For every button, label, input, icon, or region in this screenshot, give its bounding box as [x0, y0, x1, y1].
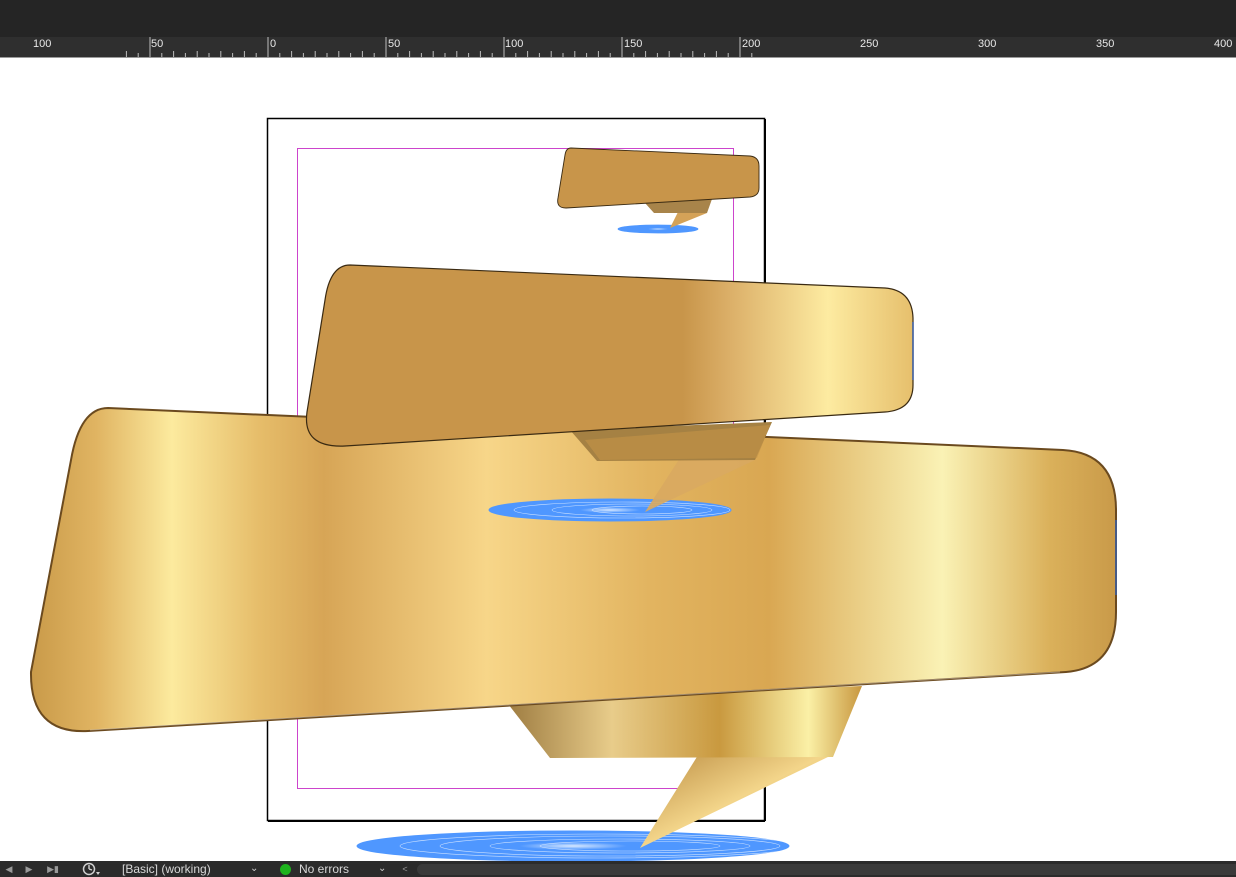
ruler-label: 150 [624, 38, 643, 50]
small-banner-shadow [617, 224, 699, 234]
prev-page-icon[interactable]: ◀ [2, 861, 16, 877]
ruler-label: 300 [978, 38, 997, 50]
chevron-down-icon[interactable]: ⌄ [250, 861, 258, 877]
ruler-label: 400 [1214, 38, 1233, 50]
last-page-icon[interactable]: ▶▮ [46, 861, 60, 877]
large-banner-shadow [356, 830, 790, 861]
ruler-label: 50 [151, 38, 164, 50]
preflight-status-text[interactable]: No errors [299, 861, 349, 877]
small-banner[interactable] [557, 147, 760, 234]
next-page-icon[interactable]: ▶ [22, 861, 36, 877]
document-canvas[interactable] [0, 58, 1236, 861]
preflight-status-indicator [280, 861, 291, 877]
horizontal-ruler[interactable]: 100 50 0 50 100 150 200 250 300 350 400 [0, 37, 1236, 58]
small-banner-tail [670, 212, 707, 228]
artwork[interactable] [0, 58, 1236, 861]
status-bar: ◀ ▶ ▶▮ [Basic] (working) ⌄ No errors ⌄ < [0, 861, 1236, 877]
ruler-label: 200 [742, 38, 761, 50]
ruler-ticks [125, 37, 753, 57]
history-clock-icon[interactable] [82, 861, 102, 877]
ruler-label: 250 [860, 38, 879, 50]
horizontal-scrollbar[interactable] [417, 864, 1236, 875]
large-banner-tail [640, 752, 830, 848]
application-bar [0, 0, 1236, 38]
ruler-label: 100 [33, 38, 52, 50]
small-banner-body [557, 147, 760, 209]
ruler-label: 0 [270, 38, 277, 50]
ruler-label: 50 [388, 38, 401, 50]
scroll-left-icon[interactable]: < [398, 861, 412, 877]
chevron-down-icon[interactable]: ⌄ [378, 861, 386, 877]
style-label: [Basic] (working) [122, 862, 211, 876]
ruler-label: 350 [1096, 38, 1115, 50]
medium-banner-body [305, 264, 914, 447]
large-banner-body [29, 406, 1117, 733]
ruler-label: 100 [505, 38, 524, 50]
large-banner[interactable] [29, 406, 1117, 861]
